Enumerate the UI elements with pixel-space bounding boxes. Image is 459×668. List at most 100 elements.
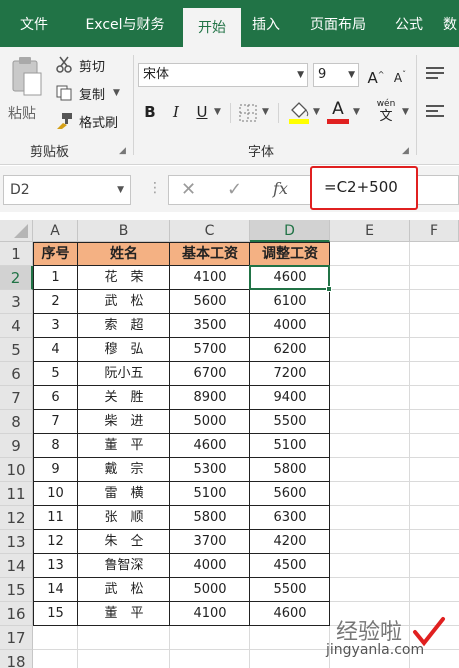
align-left-button[interactable] — [424, 103, 446, 125]
more-options-icon[interactable]: ⋮ — [148, 180, 162, 196]
row-header-5[interactable]: 5 — [0, 338, 33, 362]
shrink-font-button[interactable]: Aˇ — [388, 63, 412, 87]
column-header-b[interactable]: B — [78, 220, 170, 242]
table-cell[interactable]: 7200 — [250, 362, 330, 386]
row-header-12[interactable]: 12 — [0, 506, 33, 530]
table-cell[interactable]: 6300 — [250, 506, 330, 530]
cut-button[interactable]: 剪切 — [55, 54, 105, 76]
table-cell[interactable]: 5800 — [250, 458, 330, 482]
row-header-11[interactable]: 11 — [0, 482, 33, 506]
table-cell[interactable]: 7 — [33, 410, 78, 434]
table-cell[interactable]: 6 — [33, 386, 78, 410]
table-cell[interactable]: 张 顺 — [78, 506, 170, 530]
table-cell[interactable]: 5000 — [170, 410, 250, 434]
table-cell[interactable]: 6200 — [250, 338, 330, 362]
format-painter-button[interactable]: 格式刷 — [55, 110, 118, 132]
tab-home[interactable]: 开始 — [183, 8, 241, 47]
table-cell[interactable]: 4100 — [170, 602, 250, 626]
insert-function-icon[interactable]: fx — [273, 179, 288, 198]
table-cell[interactable]: 10 — [33, 482, 78, 506]
grow-font-button[interactable]: A^ — [364, 63, 388, 87]
italic-button[interactable]: I — [164, 100, 188, 124]
table-cell[interactable]: 4 — [33, 338, 78, 362]
table-cell[interactable]: 花 荣 — [78, 266, 170, 290]
table-cell[interactable]: 9 — [33, 458, 78, 482]
table-header-cell[interactable]: 调整工资 — [250, 242, 330, 266]
table-cell[interactable]: 4500 — [250, 554, 330, 578]
row-header-18[interactable]: 18 — [0, 650, 33, 668]
tab-data[interactable]: 数 — [440, 0, 459, 47]
table-cell[interactable]: 3 — [33, 314, 78, 338]
table-cell[interactable]: 5100 — [170, 482, 250, 506]
table-header-cell[interactable]: 基本工资 — [170, 242, 250, 266]
font-size-select[interactable]: 9 ▼ — [313, 63, 359, 87]
table-cell[interactable]: 武 松 — [78, 290, 170, 314]
table-cell[interactable]: 武 松 — [78, 578, 170, 602]
table-cell[interactable]: 5100 — [250, 434, 330, 458]
table-cell[interactable]: 4100 — [170, 266, 250, 290]
chevron-down-icon[interactable]: ▼ — [214, 107, 221, 117]
chevron-down-icon[interactable]: ▼ — [402, 107, 409, 117]
row-header-2[interactable]: 2 — [0, 266, 33, 290]
table-cell[interactable]: 关 胜 — [78, 386, 170, 410]
chevron-down-icon[interactable]: ▼ — [113, 88, 120, 98]
fill-handle[interactable] — [326, 286, 332, 292]
row-header-8[interactable]: 8 — [0, 410, 33, 434]
column-header-f[interactable]: F — [410, 220, 459, 242]
phonetic-guide-button[interactable]: wén 文 — [372, 99, 400, 125]
row-header-14[interactable]: 14 — [0, 554, 33, 578]
table-cell[interactable]: 5000 — [170, 578, 250, 602]
column-header-a[interactable]: A — [33, 220, 78, 242]
dialog-launcher-icon[interactable]: ◢ — [402, 146, 409, 156]
table-cell[interactable]: 11 — [33, 506, 78, 530]
row-header-17[interactable]: 17 — [0, 626, 33, 650]
table-cell[interactable]: 15 — [33, 602, 78, 626]
table-cell[interactable]: 14 — [33, 578, 78, 602]
column-header-d[interactable]: D — [250, 220, 330, 242]
table-cell[interactable]: 5500 — [250, 410, 330, 434]
table-cell[interactable]: 5300 — [170, 458, 250, 482]
row-header-16[interactable]: 16 — [0, 602, 33, 626]
font-color-button[interactable]: A — [326, 99, 350, 125]
row-header-9[interactable]: 9 — [0, 434, 33, 458]
underline-button[interactable]: U — [190, 100, 214, 124]
table-cell[interactable]: 1 — [33, 266, 78, 290]
table-cell[interactable]: 3700 — [170, 530, 250, 554]
name-box[interactable]: D2 ▼ — [3, 175, 131, 205]
table-cell[interactable]: 索 超 — [78, 314, 170, 338]
row-header-7[interactable]: 7 — [0, 386, 33, 410]
formula-input[interactable]: =C2+500 — [310, 166, 418, 210]
table-cell[interactable]: 13 — [33, 554, 78, 578]
row-header-10[interactable]: 10 — [0, 458, 33, 482]
borders-button[interactable] — [238, 103, 258, 127]
tab-formulas[interactable]: 公式 — [388, 0, 430, 47]
table-header-cell[interactable]: 姓名 — [78, 242, 170, 266]
tab-excel-finance[interactable]: Excel与财务 — [72, 0, 178, 47]
table-cell[interactable]: 柴 进 — [78, 410, 170, 434]
table-cell[interactable]: 12 — [33, 530, 78, 554]
row-header-3[interactable]: 3 — [0, 290, 33, 314]
table-cell[interactable]: 4200 — [250, 530, 330, 554]
paste-button[interactable]: 粘贴 — [6, 55, 46, 135]
table-cell[interactable]: 朱 仝 — [78, 530, 170, 554]
row-header-15[interactable]: 15 — [0, 578, 33, 602]
tab-file[interactable]: 文件 — [8, 0, 60, 47]
table-cell[interactable]: 2 — [33, 290, 78, 314]
table-cell[interactable]: 董 平 — [78, 602, 170, 626]
table-cell[interactable]: 4000 — [170, 554, 250, 578]
column-header-c[interactable]: C — [170, 220, 250, 242]
table-cell[interactable]: 董 平 — [78, 434, 170, 458]
table-cell[interactable]: 8 — [33, 434, 78, 458]
row-header-13[interactable]: 13 — [0, 530, 33, 554]
table-cell[interactable]: 5800 — [170, 506, 250, 530]
top-align-button[interactable] — [424, 65, 446, 87]
table-cell[interactable]: 5600 — [250, 482, 330, 506]
table-cell[interactable]: 5600 — [170, 290, 250, 314]
table-cell[interactable]: 3500 — [170, 314, 250, 338]
table-cell[interactable]: 6700 — [170, 362, 250, 386]
copy-button[interactable]: 复制 ▼ — [55, 82, 120, 104]
chevron-down-icon[interactable]: ▼ — [313, 107, 320, 117]
chevron-down-icon[interactable]: ▼ — [353, 107, 360, 117]
table-cell[interactable]: 6100 — [250, 290, 330, 314]
dialog-launcher-icon[interactable]: ◢ — [119, 146, 126, 156]
